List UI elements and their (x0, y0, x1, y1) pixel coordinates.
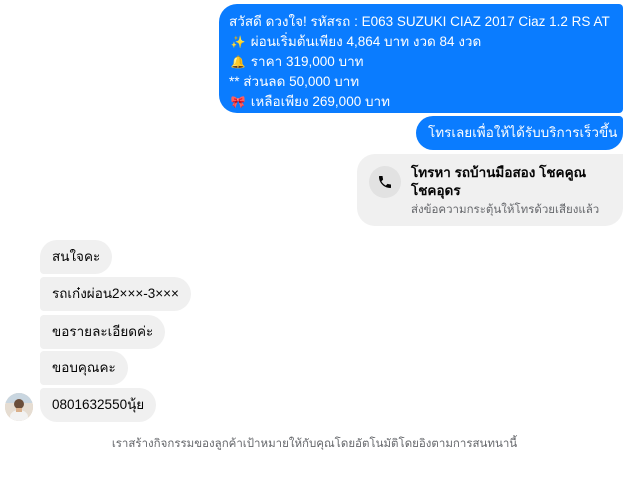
message-text: เหลือเพียง 269,000 บาท (247, 94, 391, 109)
outgoing-message-call-prompt[interactable]: โทรเลยเพื่อให้ได้รับบริการเร็วขึ้น (416, 116, 623, 150)
bell-icon: 🔔 (230, 55, 246, 69)
phone-glyph (379, 176, 391, 188)
message-line: 🔔 ราคา 319,000 บาท (229, 52, 623, 72)
call-card-title: โทรหา รถบ้านมือสอง โชคคูณโชคอุดร (411, 165, 587, 198)
incoming-message[interactable]: รถเก๋งผ่อน2×××-3××× (40, 277, 191, 311)
message-text: ราคา 319,000 บาท (247, 54, 364, 69)
message-line: 🎀 เหลือเพียง 269,000 บาท (229, 92, 623, 112)
call-request-card[interactable]: โทรหา รถบ้านมือสอง โชคคูณโชคอุดร ส่งข้อค… (357, 154, 623, 226)
message-text: ผ่อนเริ่มต้นเพียง 4,864 บาท งวด 84 งวด (247, 34, 482, 49)
phone-icon[interactable] (369, 166, 401, 198)
call-card-subtitle: ส่งข้อความกระตุ้นให้โทรด้วยเสียงแล้ว (411, 204, 600, 216)
message-text: สวัสดี ดวงใจ! รหัสรถ : E063 SUZUKI CIAZ … (229, 14, 610, 29)
incoming-message[interactable]: ขอบคุณคะ (40, 351, 128, 385)
message-text: โทรเลยเพื่อให้ได้รับบริการเร็วขึ้น (428, 125, 618, 140)
avatar[interactable] (5, 393, 33, 421)
incoming-message[interactable]: ขอรายละเอียดค่ะ (40, 315, 166, 349)
incoming-message[interactable]: 0801632550นุ้ย (40, 388, 157, 422)
avatar-image (5, 393, 33, 421)
message-line: ** ส่วนลด 50,000 บาท (229, 72, 623, 92)
incoming-message[interactable]: สนใจคะ (40, 240, 113, 274)
message-text: ** ส่วนลด 50,000 บาท (229, 74, 360, 89)
lead-activity-note: เราสร้างกิจกรรมของลูกค้าเป้าหมายให้กับคุ… (111, 438, 518, 450)
ribbon-icon: 🎀 (230, 95, 246, 109)
message-line: สวัสดี ดวงใจ! รหัสรถ : E063 SUZUKI CIAZ … (229, 12, 623, 32)
sparkles-icon: ✨ (230, 35, 246, 49)
message-line: ✨ ผ่อนเริ่มต้นเพียง 4,864 บาท งวด 84 งวด (229, 32, 623, 52)
outgoing-message-car-offer[interactable]: สวัสดี ดวงใจ! รหัสรถ : E063 SUZUKI CIAZ … (219, 4, 623, 113)
